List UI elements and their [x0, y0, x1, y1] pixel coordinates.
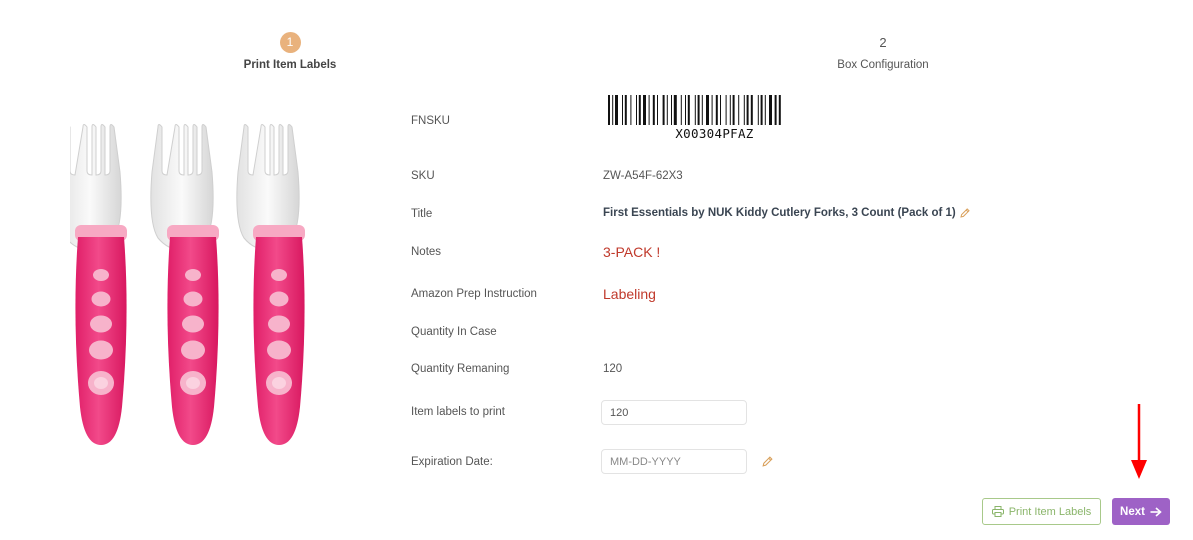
- barcode-bar: [760, 95, 763, 125]
- barcode-bar: [746, 95, 749, 125]
- step-label: Print Item Labels: [243, 59, 337, 71]
- barcode-bar: [715, 95, 718, 125]
- sku-label: SKU: [411, 170, 435, 182]
- barcode-bar: [638, 95, 641, 125]
- barcode-text: X00304PFAZ: [675, 126, 754, 141]
- barcode-bar: [608, 95, 610, 125]
- next-button[interactable]: Next: [1112, 498, 1170, 525]
- red-annotation-arrow-icon: [1131, 404, 1147, 479]
- sku-value: ZW-A54F-62X3: [603, 170, 683, 182]
- barcode-bar: [671, 95, 672, 125]
- barcode-bar: [662, 95, 665, 125]
- barcode-bar: [778, 95, 781, 125]
- fnsku-barcode: [608, 95, 781, 125]
- fnsku-label: FNSKU: [411, 115, 450, 127]
- barcode-bar: [697, 95, 700, 125]
- barcode-bar: [673, 95, 677, 125]
- barcode-bar: [706, 95, 709, 125]
- barcode-bar: [652, 95, 655, 125]
- barcode-bar: [630, 95, 632, 125]
- expiration-date-label: Expiration Date:: [411, 456, 493, 468]
- barcode-bar: [701, 95, 703, 125]
- barcode-bar: [624, 95, 627, 125]
- title-row: First Essentials by NUK Kiddy Cutlery Fo…: [603, 207, 971, 219]
- barcode-bar: [648, 95, 650, 125]
- barcode-bar: [657, 95, 658, 125]
- printer-icon: [991, 506, 1004, 517]
- title-label: Title: [411, 208, 433, 220]
- pencil-icon[interactable]: [959, 207, 971, 219]
- prep-instruction-value: Labeling: [603, 286, 656, 302]
- step-box-configuration[interactable]: 2 Box Configuration: [783, 32, 983, 71]
- barcode-bar: [636, 95, 637, 125]
- title-value: First Essentials by NUK Kiddy Cutlery Fo…: [603, 207, 956, 220]
- barcode-bar: [685, 95, 686, 125]
- quantity-in-case-label: Quantity In Case: [411, 326, 497, 338]
- barcode-bar: [750, 95, 753, 125]
- pink-toddler-forks-image: [70, 124, 306, 446]
- barcode-bar: [764, 95, 766, 125]
- barcode-bar: [732, 95, 735, 125]
- step-number-circle: 1: [279, 32, 301, 53]
- barcode-bar: [615, 95, 618, 125]
- barcode-bar: [769, 95, 772, 125]
- barcode-bar: [743, 95, 745, 125]
- barcode-bar: [729, 95, 731, 125]
- notes-label: Notes: [411, 246, 442, 258]
- item-labels-to-print-input[interactable]: [601, 400, 747, 425]
- barcode-bar: [612, 95, 614, 125]
- quantity-remaining-label: Quantity Remaning: [411, 363, 510, 375]
- notes-value: 3-PACK !: [603, 244, 661, 260]
- barcode-bar: [711, 95, 713, 125]
- barcode-bar: [720, 95, 721, 125]
- print-button-label: Print Item Labels: [1008, 505, 1092, 518]
- step-label: Box Configuration: [837, 59, 929, 71]
- next-button-label: Next: [1120, 505, 1145, 518]
- barcode-bar: [666, 95, 668, 125]
- barcode-bar: [725, 95, 727, 125]
- barcode-bar: [687, 95, 690, 125]
- barcode-bar: [757, 95, 759, 125]
- expiration-date-input[interactable]: [601, 449, 747, 474]
- pencil-icon[interactable]: [761, 455, 774, 468]
- item-labels-to-print-label: Item labels to print: [411, 406, 505, 418]
- barcode-bar: [680, 95, 682, 125]
- barcode-bar: [738, 95, 740, 125]
- barcode-bar: [643, 95, 646, 125]
- step-print-item-labels[interactable]: 1 Print Item Labels: [190, 32, 390, 71]
- print-item-labels-button[interactable]: Print Item Labels: [982, 498, 1101, 525]
- arrow-right-icon: [1150, 506, 1162, 517]
- barcode-bar: [774, 95, 777, 125]
- prep-instruction-label: Amazon Prep Instruction: [411, 288, 537, 300]
- barcode-bar: [694, 95, 696, 125]
- step-number: 2: [879, 35, 887, 50]
- quantity-remaining-value: 120: [603, 363, 623, 375]
- barcode-bar: [622, 95, 623, 125]
